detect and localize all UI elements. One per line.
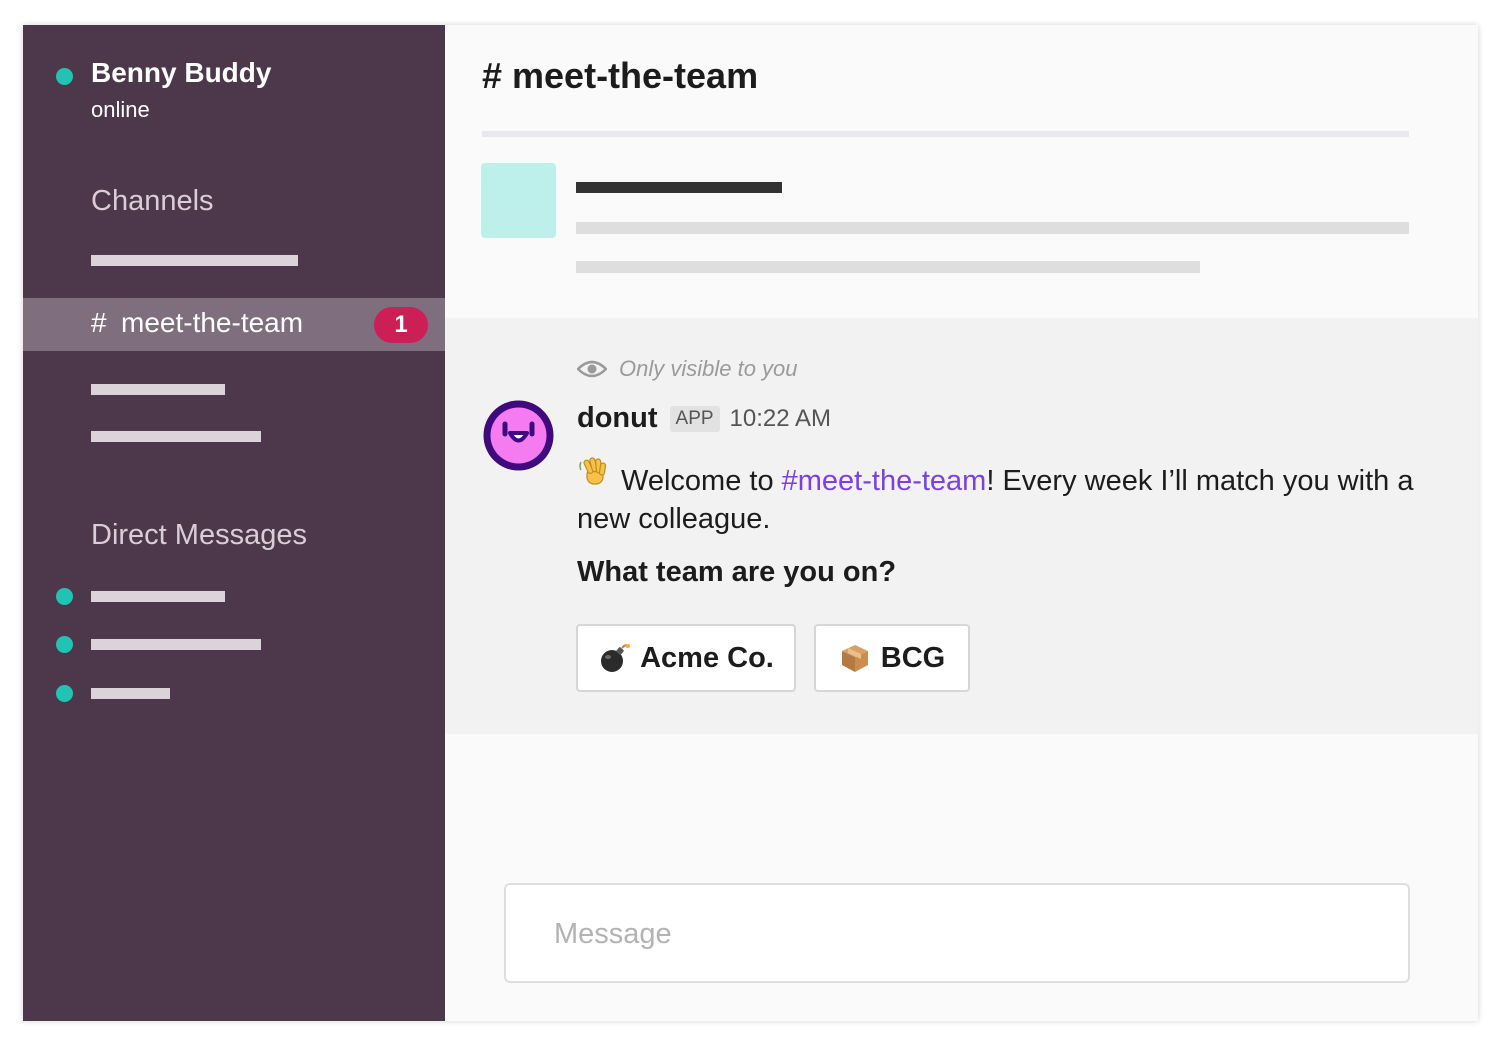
- message-composer[interactable]: [504, 883, 1410, 983]
- package-icon: [841, 645, 868, 672]
- channel-link[interactable]: #meet-the-team: [782, 465, 987, 497]
- presence-online-icon: [56, 588, 73, 605]
- placeholder-line: [576, 261, 1200, 273]
- user-name[interactable]: Benny Buddy: [91, 57, 271, 89]
- presence-online-icon: [56, 636, 73, 653]
- visibility-text: Only visible to you: [619, 356, 798, 381]
- acme-co-button[interactable]: Acme Co.: [576, 624, 796, 692]
- author-name[interactable]: donut: [577, 402, 658, 435]
- waving-hand-icon: [579, 457, 607, 485]
- sidebar-item-label: meet-the-team: [121, 307, 304, 338]
- hash-icon: #: [91, 307, 107, 338]
- channel-title: # meet-the-team: [482, 55, 759, 96]
- message-text-start: Welcome to: [621, 465, 782, 497]
- eye-icon: [577, 360, 607, 378]
- placeholder-line: [576, 182, 782, 193]
- placeholder-line: [576, 222, 1409, 234]
- channels-section-title[interactable]: Channels: [91, 185, 214, 218]
- main-panel: # meet-the-team Only visible to you donu…: [445, 25, 1478, 1021]
- channel-placeholder[interactable]: [91, 384, 225, 395]
- user-status: online: [91, 97, 150, 122]
- unread-badge: 1: [374, 307, 428, 343]
- button-label: BCG: [880, 641, 946, 674]
- channel-placeholder[interactable]: [91, 431, 261, 442]
- button-label: Acme Co.: [640, 641, 774, 674]
- presence-online-icon: [56, 68, 73, 85]
- sidebar: Benny Buddy online Channels # meet-the-t…: [23, 25, 445, 1021]
- presence-online-icon: [56, 685, 73, 702]
- message-timestamp[interactable]: 10:22 AM: [730, 405, 831, 433]
- donut-avatar[interactable]: [481, 398, 556, 473]
- dm-placeholder[interactable]: [91, 688, 170, 699]
- app-window: Benny Buddy online Channels # meet-the-t…: [23, 25, 1478, 1021]
- visibility-note: Only visible to you: [577, 356, 798, 382]
- placeholder-avatar: [481, 163, 556, 238]
- divider: [482, 131, 1409, 137]
- dm-placeholder[interactable]: [91, 639, 261, 650]
- dm-placeholder[interactable]: [91, 591, 225, 602]
- message-text: Welcome to #meet-the-team! Every week I’…: [577, 456, 1417, 538]
- dm-section-title[interactable]: Direct Messages: [91, 519, 307, 552]
- message-input[interactable]: [552, 913, 1356, 955]
- question-text: What team are you on?: [577, 556, 897, 588]
- app-badge: APP: [669, 405, 720, 432]
- bcg-button[interactable]: BCG: [814, 624, 970, 692]
- channel-placeholder[interactable]: [91, 255, 298, 266]
- message-header: donut APP 10:22 AM: [577, 402, 831, 435]
- bomb-icon: [601, 644, 631, 672]
- ephemeral-message: Only visible to you donut APP 10:22 AM W…: [445, 318, 1478, 734]
- sidebar-item-meet-the-team[interactable]: # meet-the-team 1: [23, 298, 445, 351]
